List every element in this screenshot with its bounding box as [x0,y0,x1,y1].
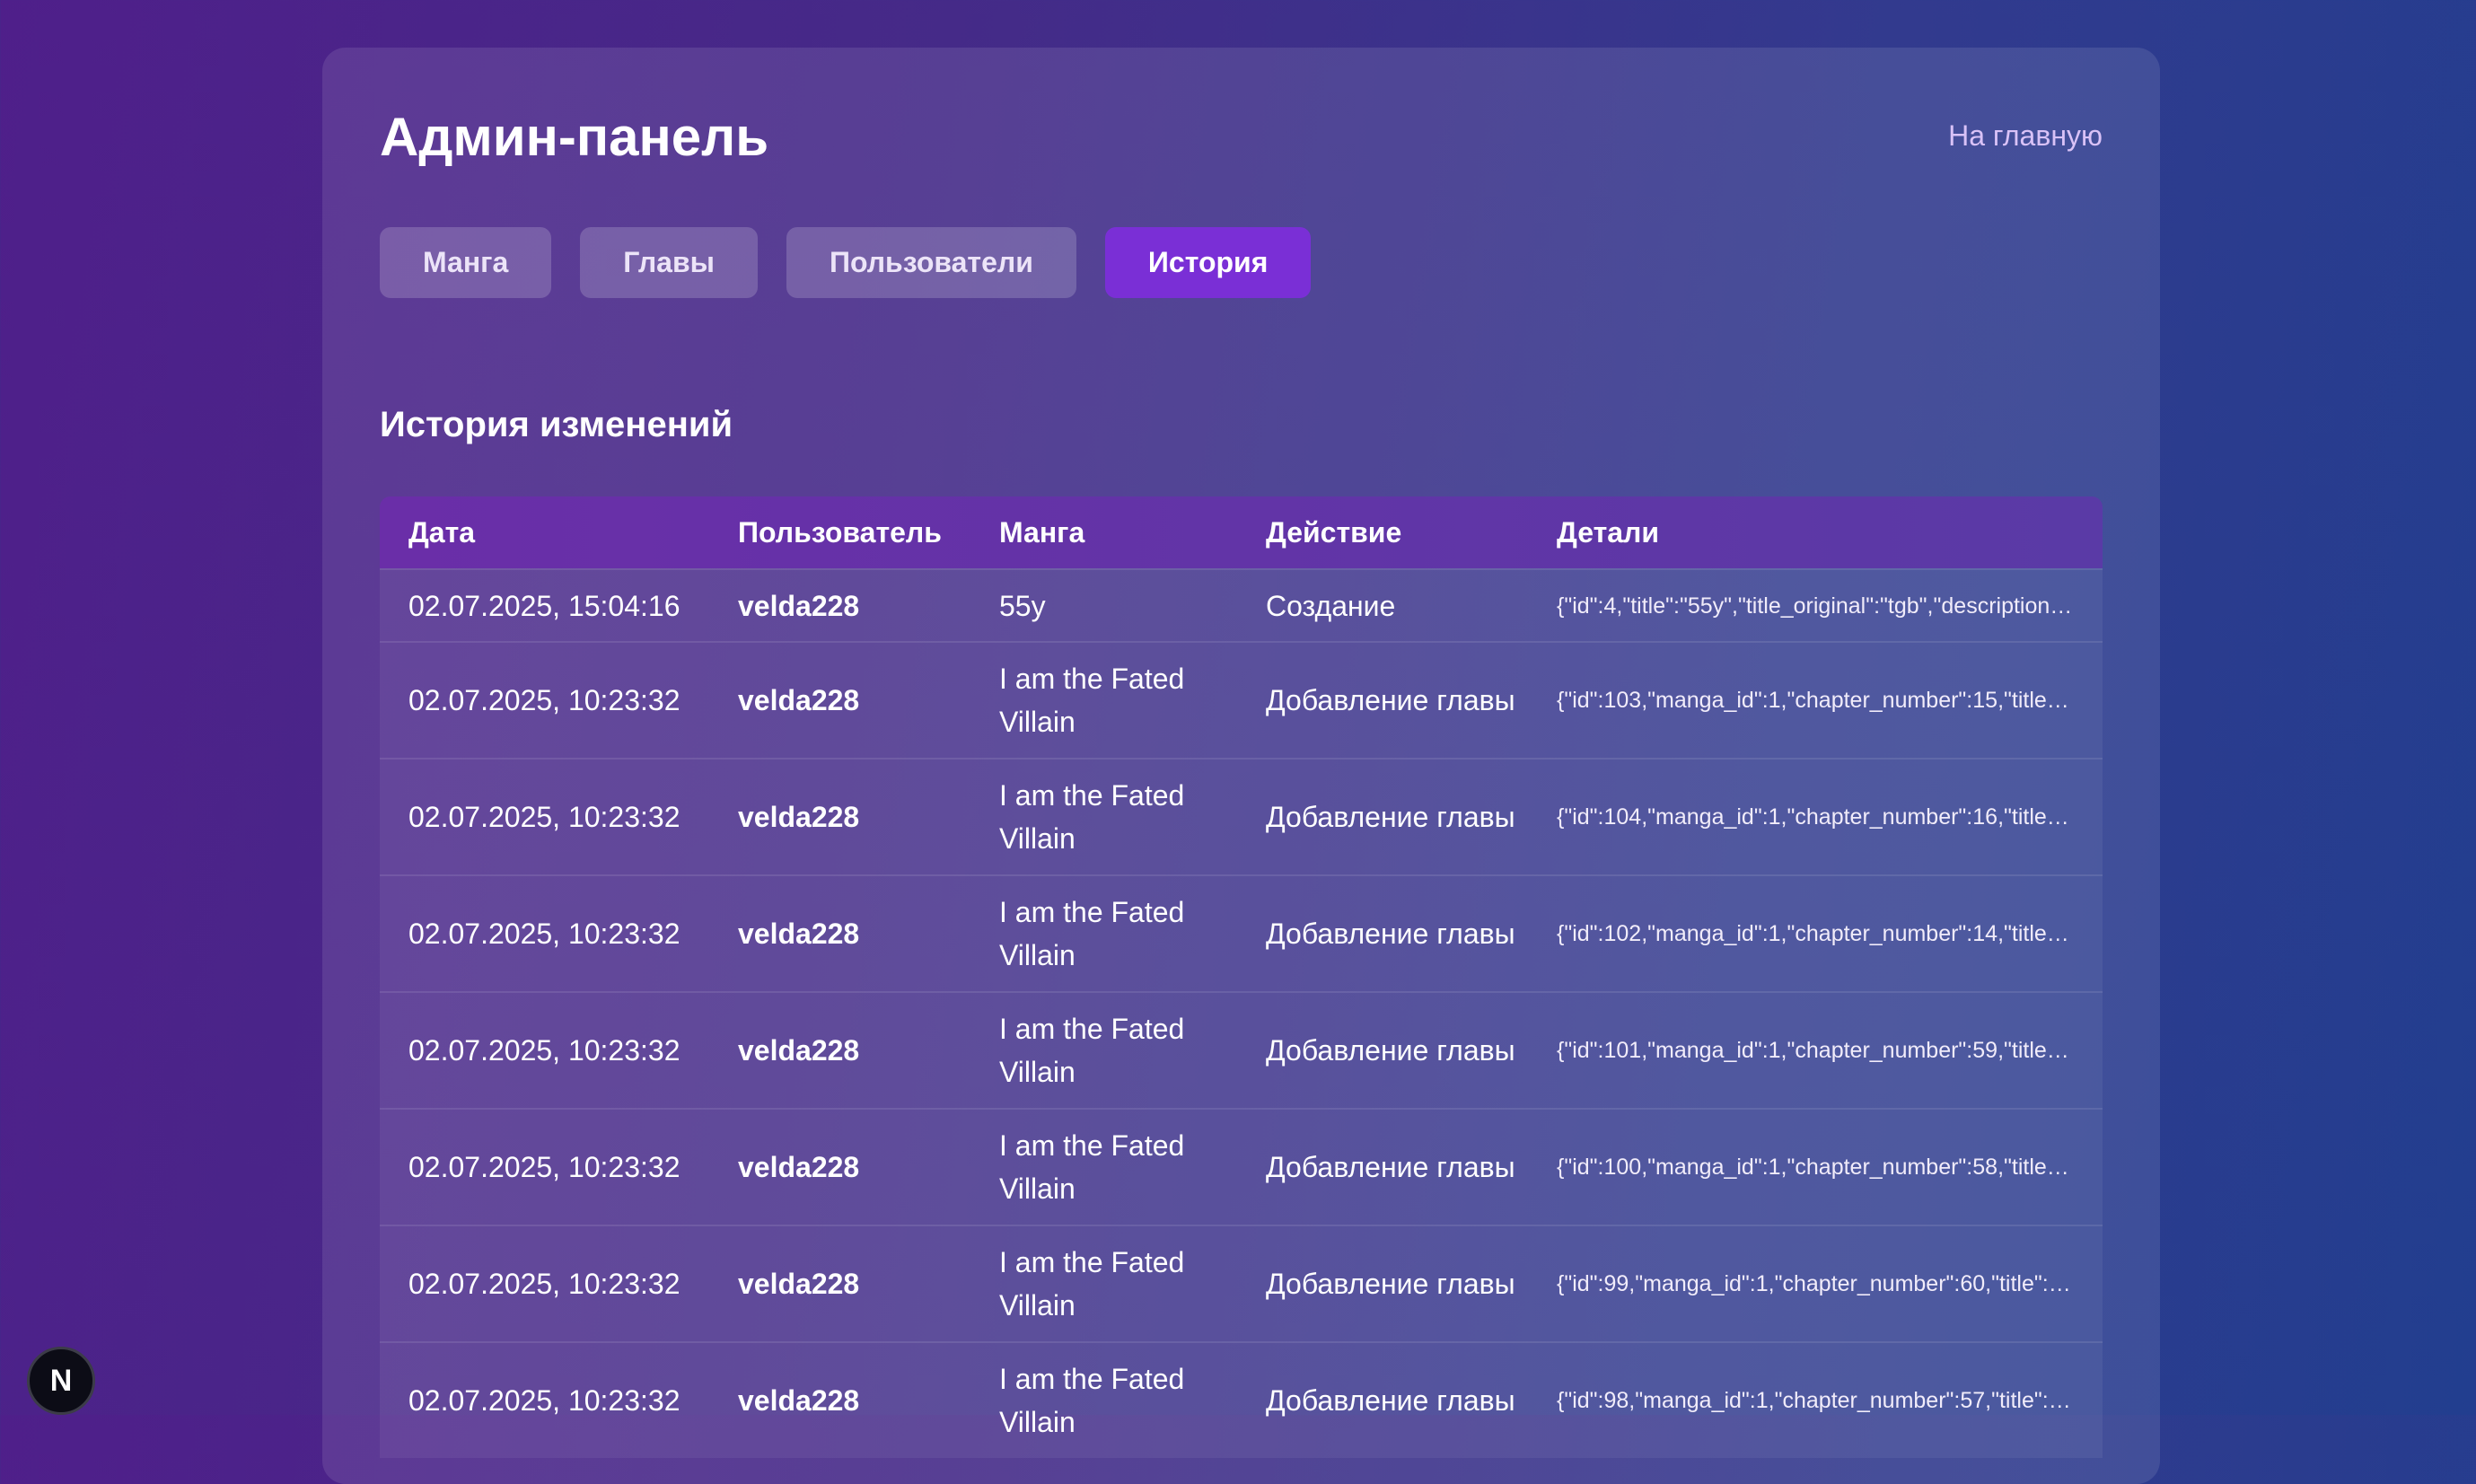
section-title: История изменений [380,405,733,444]
cell-user: velda228 [738,684,860,716]
cell-action: Добавление главы [1266,918,1515,950]
cell-user: velda228 [738,589,860,622]
cell-user: velda228 [738,1151,860,1183]
home-link[interactable]: На главную [1948,119,2103,153]
cell-action: Добавление главы [1266,1384,1515,1417]
cell-details: {"id":103,"manga_id":1,"chapter_number":… [1557,688,2092,713]
cell-user: velda228 [738,918,860,950]
cell-date: 02.07.2025, 15:04:16 [408,589,680,622]
cell-manga: I am the Fated Villain [999,1363,1185,1438]
column-header-date: Дата [408,515,476,549]
tab-users[interactable]: Пользователи [786,227,1076,298]
cell-manga: I am the Fated Villain [999,1246,1185,1322]
tab-bar: Манга Главы Пользователи История [380,227,1312,298]
cell-user: velda228 [738,801,860,833]
cell-date: 02.07.2025, 10:23:32 [408,801,680,833]
cell-action: Добавление главы [1266,684,1515,716]
cell-action: Добавление главы [1266,1268,1515,1300]
cell-details: {"id":104,"manga_id":1,"chapter_number":… [1557,804,2092,830]
cell-user: velda228 [738,1034,860,1067]
cell-date: 02.07.2025, 10:23:32 [408,684,680,716]
tab-chapters[interactable]: Главы [580,227,758,298]
tab-manga[interactable]: Манга [380,227,552,298]
history-table: Дата Пользователь Манга Действие Детали … [380,496,2103,1458]
cell-manga: I am the Fated Villain [999,896,1185,971]
cell-date: 02.07.2025, 10:23:32 [408,1034,680,1067]
cell-action: Создание [1266,589,1396,622]
table-row: 02.07.2025, 10:23:32 velda228 I am the F… [380,1341,2103,1458]
table-row: 02.07.2025, 10:23:32 velda228 I am the F… [380,874,2103,991]
table-row: 02.07.2025, 10:23:32 velda228 I am the F… [380,641,2103,758]
column-header-manga: Манга [999,515,1085,549]
cell-date: 02.07.2025, 10:23:32 [408,1384,680,1417]
cell-details: {"id":4,"title":"55y","title_original":"… [1557,593,2094,619]
page-title: Админ-панель [380,107,769,167]
cell-details: {"id":98,"manga_id":1,"chapter_number":5… [1557,1388,2092,1413]
cell-manga: I am the Fated Villain [999,1129,1185,1205]
column-header-details: Детали [1557,515,1660,549]
cell-details: {"id":100,"manga_id":1,"chapter_number":… [1557,1155,2092,1180]
table-row: 02.07.2025, 10:23:32 velda228 I am the F… [380,1225,2103,1341]
table-row: 02.07.2025, 10:23:32 velda228 I am the F… [380,1108,2103,1225]
cell-details: {"id":102,"manga_id":1,"chapter_number":… [1557,921,2092,946]
cell-details: {"id":101,"manga_id":1,"chapter_number":… [1557,1038,2092,1063]
cell-details: {"id":99,"manga_id":1,"chapter_number":6… [1557,1271,2092,1296]
cell-action: Добавление главы [1266,1034,1515,1067]
nextjs-icon[interactable]: N [27,1347,95,1415]
column-header-user: Пользователь [738,515,942,549]
column-header-action: Действие [1266,515,1402,549]
table-row: 02.07.2025, 10:23:32 velda228 I am the F… [380,991,2103,1108]
cell-manga: I am the Fated Villain [999,663,1185,738]
table-row: 02.07.2025, 15:04:16 velda228 55y Создан… [380,568,2103,641]
cell-manga: I am the Fated Villain [999,779,1185,855]
cell-manga: I am the Fated Villain [999,1013,1185,1088]
tab-history[interactable]: История [1104,227,1312,298]
admin-panel-card: Админ-панель На главную Манга Главы Поль… [322,48,2160,1484]
table-header: Дата Пользователь Манга Действие Детали [380,496,2103,568]
cell-user: velda228 [738,1268,860,1300]
cell-action: Добавление главы [1266,1151,1515,1183]
table-row: 02.07.2025, 10:23:32 velda228 I am the F… [380,758,2103,874]
cell-date: 02.07.2025, 10:23:32 [408,918,680,950]
cell-date: 02.07.2025, 10:23:32 [408,1151,680,1183]
cell-date: 02.07.2025, 10:23:32 [408,1268,680,1300]
cell-action: Добавление главы [1266,801,1515,833]
cell-manga: 55y [999,589,1046,622]
cell-user: velda228 [738,1384,860,1417]
